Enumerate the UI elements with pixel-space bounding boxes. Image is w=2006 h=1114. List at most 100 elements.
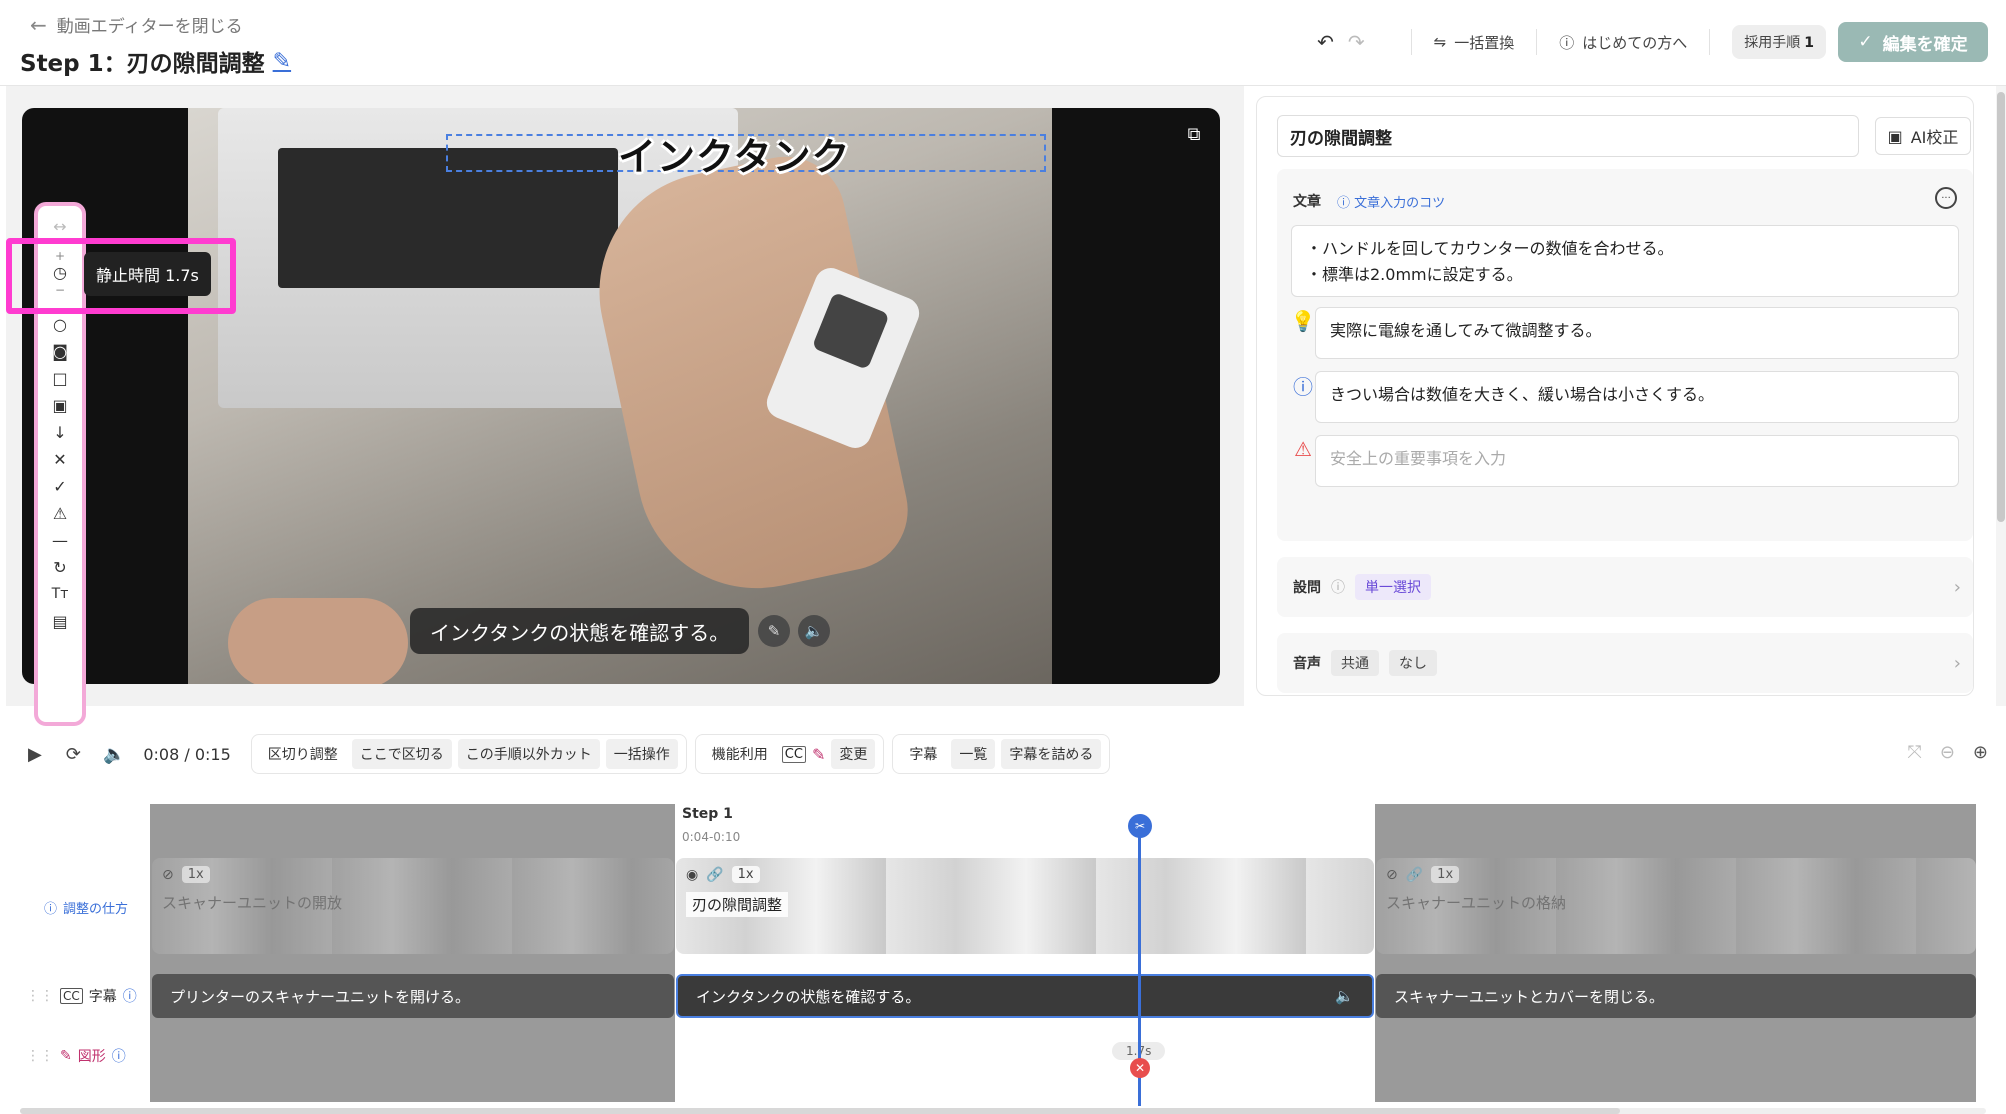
ai-proofread-button[interactable]: ▣ AI校正 [1875, 117, 1971, 155]
clip-icons: ⊘ 🔗 1x [1386, 866, 1460, 883]
edit-title-icon[interactable]: ✎ [273, 49, 291, 74]
cc-icon[interactable]: CC [781, 745, 806, 763]
link-icon[interactable]: 🔗 [1406, 867, 1423, 883]
subtitle-compact-button[interactable]: 字幕を詰める [1001, 739, 1102, 769]
help-icon[interactable]: ⓘ [112, 1046, 126, 1066]
subtitle-label: 字幕 [909, 747, 938, 763]
eye-icon[interactable]: ◉ [686, 867, 698, 883]
bulk-action-button[interactable]: 一括操作 [605, 739, 678, 769]
subtitle-clip[interactable]: スキャナーユニットとカバーを閉じる。 [1376, 974, 1976, 1018]
duplicate-icon[interactable]: ⧉ [1180, 120, 1208, 148]
edit-caption-icon[interactable]: ✎ [758, 615, 790, 647]
text-tool-icon[interactable]: Tт [50, 584, 70, 604]
speed-badge[interactable]: 1x [181, 866, 210, 883]
close-editor-link[interactable]: ← 動画エディターを閉じる [30, 12, 243, 38]
tip-text-field[interactable]: 実際に電線を通してみて微調整する。 [1315, 307, 1959, 359]
help-icon: ⓘ [44, 902, 58, 917]
cc-icon: CC [60, 988, 83, 1004]
step-title-input[interactable]: 刃の隙間調整 [1277, 115, 1859, 157]
loop-icon[interactable]: ⟳ [66, 744, 81, 765]
editor-header: ← 動画エディターを閉じる Step 1：刃の隙間調整 ✎ ↶ ↷ ⇋ 一括置換… [0, 0, 2006, 86]
speed-badge[interactable]: 1x [1431, 866, 1460, 883]
ai-icon: ▣ [1887, 126, 1903, 146]
divider [1709, 29, 1711, 55]
eye-off-icon[interactable]: ⊘ [162, 867, 174, 883]
video-title-overlay[interactable]: インクタンク [618, 126, 850, 181]
cross-icon[interactable]: ✕ [50, 449, 70, 469]
feature-usage-label: 機能利用 [711, 747, 768, 763]
speed-badge[interactable]: 1x [731, 866, 760, 883]
speaker-icon[interactable]: 🔈 [1335, 987, 1354, 1005]
subtitle-track-name: 字幕 [88, 989, 117, 1005]
comment-icon[interactable]: ··· [1935, 187, 1957, 209]
confirm-edit-button[interactable]: ✓ 編集を確定 [1838, 22, 1988, 62]
audio-row[interactable]: 音声 共通 なし › [1277, 633, 1973, 693]
help-icon[interactable]: ⓘ [123, 986, 137, 1006]
text-tip-link[interactable]: ⓘ 文章入力のコツ [1337, 192, 1445, 211]
document-icon[interactable]: ▤ [50, 611, 70, 631]
remove-shape-icon[interactable]: ✕ [1130, 1058, 1150, 1078]
subtitle-clip-active[interactable]: インクタンクの状態を確認する。 🔈 [676, 974, 1374, 1018]
warning-icon[interactable]: ⚠ [50, 503, 70, 523]
foot-image [228, 598, 408, 684]
clip-label: スキャナーユニットの格納 [1386, 894, 1567, 912]
video-player[interactable]: インクタンク ⧉ インクタンクの状態を確認する。 ✎ 🔈 [22, 108, 1220, 684]
subtitle-clip[interactable]: プリンターのスキャナーユニットを開ける。 [152, 974, 674, 1018]
undo-icon[interactable]: ↶ [1317, 30, 1334, 54]
clip-icons: ◉ 🔗 1x [686, 866, 760, 883]
split-here-button[interactable]: ここで区切る [351, 739, 452, 769]
step-label: Step 1 [682, 806, 733, 822]
zoom-in-icon[interactable]: ⊕ [1973, 742, 1988, 763]
filled-square-icon[interactable]: ▣ [50, 395, 70, 415]
panel-scroll-thumb[interactable] [1997, 92, 2005, 522]
caption-audio-icon[interactable]: 🔈 [798, 615, 830, 647]
subtitle-list-button[interactable]: 一覧 [951, 739, 996, 769]
volume-icon[interactable]: 🔈 [103, 744, 125, 765]
video-caption[interactable]: インクタンクの状態を確認する。 [410, 608, 750, 654]
change-button[interactable]: 変更 [831, 739, 876, 769]
bulk-replace-button[interactable]: ⇋ 一括置換 [1434, 32, 1515, 53]
info-text-field[interactable]: きつい場合は数値を大きく、緩い場合は小さくする。 [1315, 371, 1959, 423]
check-icon[interactable]: ✓ [50, 476, 70, 496]
cut-others-button[interactable]: この手順以外カット [457, 739, 600, 769]
arrow-down-icon[interactable]: ↓ [50, 422, 70, 442]
shape-icon[interactable]: ✎ [812, 745, 825, 764]
line-icon[interactable]: — [50, 530, 70, 550]
square-icon[interactable]: □ [50, 368, 70, 388]
drag-handle-icon[interactable]: ⋮⋮ [26, 1048, 54, 1064]
clip-label: 刃の隙間調整 [686, 892, 789, 917]
redo-icon[interactable]: ↷ [1348, 30, 1365, 54]
drag-handle-icon[interactable]: ⋮⋮ [26, 988, 54, 1004]
zoom-out-icon[interactable]: ⊖ [1940, 742, 1955, 763]
video-clip-active[interactable]: ◉ 🔗 1x 刃の隙間調整 [676, 858, 1374, 954]
eye-off-icon[interactable]: ⊘ [1386, 867, 1398, 883]
filled-circle-icon[interactable]: ◙ [50, 341, 70, 361]
segment-adjust-button[interactable]: 区切り調整 [260, 739, 346, 769]
first-time-guide-link[interactable]: ⓘ はじめての方へ [1559, 32, 1687, 53]
body-text-field[interactable]: ・ハンドルを回してカウンターの数値を合わせる。 ・標準は2.0mmに設定する。 [1291, 225, 1959, 297]
adopted-steps-badge: 採用手順 1 [1732, 25, 1826, 59]
video-clip[interactable]: ⊘ 🔗 1x スキャナーユニットの格納 [1376, 858, 1976, 954]
device-screen [811, 291, 890, 370]
width-icon[interactable]: ↔ [50, 216, 70, 236]
shape-track-name: 図形 [77, 1049, 106, 1065]
adjust-help-link[interactable]: ⓘ 調整の仕方 [44, 898, 128, 917]
video-clip[interactable]: ⊘ 1x スキャナーユニットの開放 [152, 858, 674, 954]
text-section: 文章 ⓘ 文章入力のコツ ··· ・ハンドルを回してカウンターの数値を合わせる。… [1277, 169, 1973, 541]
ai-proofread-label: AI校正 [1910, 128, 1959, 147]
arrow-left-icon: ← [30, 12, 47, 37]
question-row[interactable]: 設問 ⓘ 単一選択 › [1277, 557, 1973, 617]
link-icon[interactable]: 🔗 [706, 867, 723, 883]
timeline-scroll-thumb[interactable] [20, 1108, 1620, 1114]
warning-text-field[interactable]: 安全上の重要事項を入力 [1315, 435, 1959, 487]
subtitle-track-label: ⋮⋮ CC 字幕 ⓘ [26, 986, 137, 1006]
question-label: 設問 [1293, 580, 1321, 596]
rotate-icon[interactable]: ↻ [50, 557, 70, 577]
bulk-replace-label: 一括置換 [1454, 33, 1515, 52]
chevron-right-icon: › [1953, 576, 1961, 598]
panel-scrollbar[interactable] [1996, 86, 2006, 706]
play-icon[interactable]: ▶ [28, 744, 42, 765]
scissors-icon[interactable]: ✂ [1128, 814, 1152, 838]
fit-icon[interactable]: ⤧ [1907, 742, 1921, 763]
circle-icon[interactable]: ○ [50, 314, 70, 334]
